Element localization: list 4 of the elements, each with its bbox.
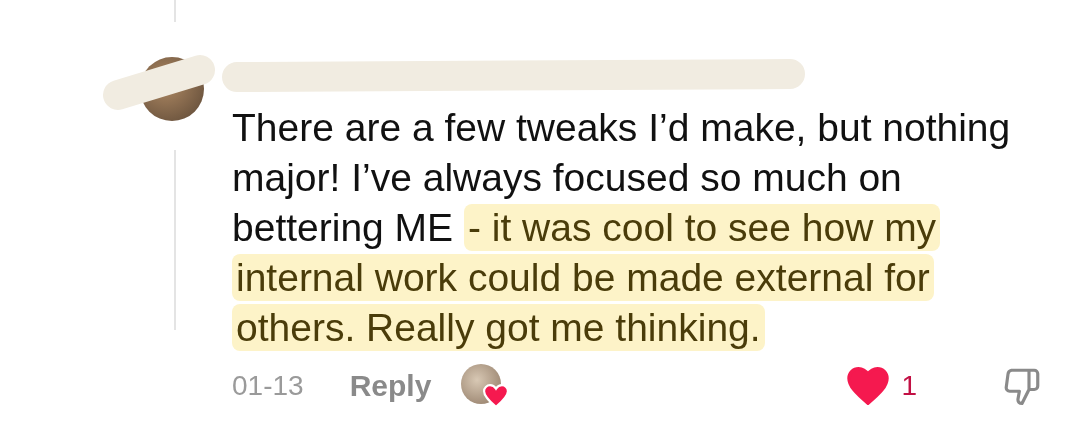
- comment-date: 01-13: [232, 370, 304, 402]
- like-count: 1: [901, 370, 917, 402]
- reply-button[interactable]: Reply: [349, 369, 432, 403]
- like-button[interactable]: 1: [847, 367, 917, 405]
